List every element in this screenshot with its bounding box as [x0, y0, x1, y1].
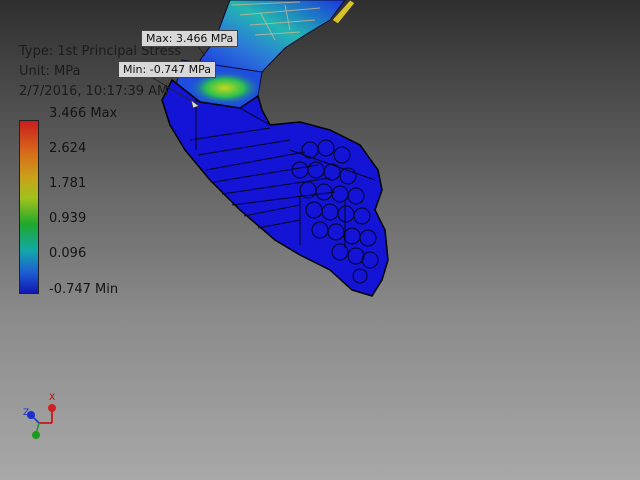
legend-label-3: 1.781: [49, 176, 87, 191]
view-triad[interactable]: X Z: [14, 388, 64, 448]
triad-z-label: Z: [23, 408, 29, 418]
graphics-viewport[interactable]: Type: 1st Principal Stress Unit: MPa 2/7…: [0, 0, 640, 480]
triad-x-handle: [48, 404, 56, 412]
min-probe-label[interactable]: Min: -0.747 MPa: [118, 61, 217, 78]
triad-y-handle: [32, 431, 40, 439]
triad-x-label: X: [49, 393, 55, 403]
color-legend-bar: [19, 120, 39, 294]
result-timestamp: 2/7/2016, 10:17:39 AM: [19, 84, 169, 99]
legend-label-min: -0.747 Min: [49, 282, 119, 297]
result-unit-label: Unit: MPa: [19, 64, 81, 79]
legend-label-2: 2.624: [49, 141, 87, 156]
legend-label-max: 3.466 Max: [49, 106, 118, 121]
max-probe-label[interactable]: Max: 3.466 MPa: [141, 30, 239, 47]
legend-label-4: 0.939: [49, 211, 87, 226]
legend-label-5: 0.096: [49, 246, 87, 261]
stress-model[interactable]: [0, 0, 640, 480]
